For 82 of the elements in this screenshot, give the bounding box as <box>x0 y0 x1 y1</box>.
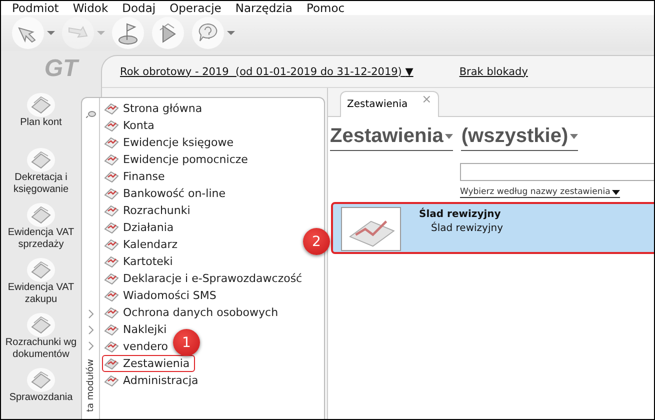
caret-icon <box>445 134 454 139</box>
menu-item[interactable]: Widok <box>66 1 116 15</box>
module-menu-item[interactable]: Rozrachunki <box>102 202 196 219</box>
module-icon <box>104 153 119 166</box>
module-menu-item[interactable]: Administracja <box>102 372 204 389</box>
document-stack-icon <box>26 311 56 337</box>
module-menu-item[interactable]: Ewidencje pomocnicze <box>102 151 253 168</box>
module-icon <box>104 357 119 370</box>
module-icon <box>104 255 119 268</box>
module-icon <box>104 289 119 302</box>
shortcut-button[interactable]: Ewidencja VAT sprzedaży <box>1 201 81 256</box>
logo: GT <box>44 55 78 84</box>
module-menu-item[interactable]: Ochrona danych osobowych <box>102 304 284 321</box>
module-icon <box>104 238 119 251</box>
report-item[interactable]: Ślad rewizyjny Ślad rewizyjny <box>331 202 654 254</box>
module-menu-item[interactable]: Strona główna <box>102 100 208 117</box>
document-stack-icon <box>26 91 56 117</box>
module-icon <box>104 221 119 234</box>
search-field[interactable] <box>460 163 654 181</box>
panel-label: ta modułów <box>86 358 96 412</box>
caret-icon <box>570 134 578 139</box>
module-menu-item[interactable]: Zestawienia <box>102 355 195 372</box>
module-menu-item[interactable]: vendero <box>102 338 174 355</box>
lock-status-link[interactable]: Brak blokady <box>459 66 528 78</box>
module-menu-item[interactable]: Naklejki <box>102 321 172 338</box>
module-menu-item[interactable]: Finanse <box>102 168 170 185</box>
play-icon <box>151 16 185 50</box>
module-icon <box>104 187 119 200</box>
toolbar-button[interactable] <box>191 15 235 51</box>
flag-icon <box>111 16 145 50</box>
module-icon <box>104 340 119 353</box>
module-icon <box>104 136 119 149</box>
module-menu-item[interactable]: Konta <box>102 117 160 134</box>
menu-item[interactable]: Podmiot <box>5 1 66 15</box>
caret-icon <box>47 30 55 36</box>
module-icon <box>104 272 119 285</box>
module-menu-item[interactable]: Działania <box>102 219 179 236</box>
document-stack-icon <box>26 201 56 227</box>
shortcut-button[interactable]: Rozrachunki wg dokumentów <box>1 311 81 366</box>
module-icon <box>104 119 119 132</box>
menu-item[interactable]: Pomoc <box>299 1 352 15</box>
toolbar-button[interactable] <box>11 15 55 51</box>
tab-label: Zestawienia <box>347 99 408 110</box>
module-icon <box>104 323 119 336</box>
caret-icon <box>97 30 105 36</box>
menu-item[interactable]: Operacje <box>162 1 228 15</box>
help-icon <box>191 16 225 50</box>
menu-item[interactable]: Narzędzia <box>228 1 300 15</box>
shortcut-button[interactable]: Plan kont <box>1 91 81 146</box>
document-stack-icon <box>26 366 56 392</box>
module-icon <box>104 170 119 183</box>
module-icon <box>104 306 119 319</box>
document-stack-icon <box>26 146 56 172</box>
module-icon <box>104 102 119 115</box>
filter-dropdown[interactable]: (wszystkie) <box>461 125 578 151</box>
module-menu-item[interactable]: Deklaracje i e-Sprawozdawczość <box>102 270 308 287</box>
module-menu-item[interactable]: Wiadomości SMS <box>102 287 222 304</box>
shortcut-button[interactable]: Ewidencja VAT zakupu <box>1 256 81 311</box>
module-icon <box>104 374 119 387</box>
toolbar-button[interactable] <box>111 15 145 51</box>
caret-icon <box>227 30 235 36</box>
sort-dropdown[interactable]: Wybierz według nazwy zestawienia <box>460 187 620 198</box>
module-menu-item[interactable]: Bankowość on-line <box>102 185 230 202</box>
document-stack-icon <box>26 256 56 282</box>
chevron-icon[interactable] <box>88 324 94 335</box>
report-group-dropdown[interactable]: Zestawienia <box>330 125 454 151</box>
toolbar-button[interactable] <box>151 15 185 51</box>
module-icon <box>104 204 119 217</box>
tab[interactable]: Zestawienia × <box>340 91 439 117</box>
shortcut-button[interactable]: Dekretacja i księgowanie <box>1 146 81 201</box>
chart-thumbnail-icon <box>341 207 401 251</box>
chevron-icon[interactable] <box>88 340 94 351</box>
fiscal-year-link[interactable]: Rok obrotowy - 2019 (od 01-01-2019 do 31-12-2019) ▼ <box>120 66 414 78</box>
chevron-icon[interactable] <box>88 308 94 319</box>
caret-icon <box>612 190 620 194</box>
report-title: Ślad rewizyjny <box>419 209 502 220</box>
shortcut-button[interactable]: Sprawozdania <box>1 366 81 419</box>
module-menu-item[interactable]: Kartoteki <box>102 253 178 270</box>
module-menu-item[interactable]: Ewidencje księgowe <box>102 134 238 151</box>
module-menu-item[interactable]: Kalendarz <box>102 236 183 253</box>
menu-item[interactable]: Dodaj <box>115 1 163 15</box>
report-description: Ślad rewizyjny <box>430 223 503 234</box>
